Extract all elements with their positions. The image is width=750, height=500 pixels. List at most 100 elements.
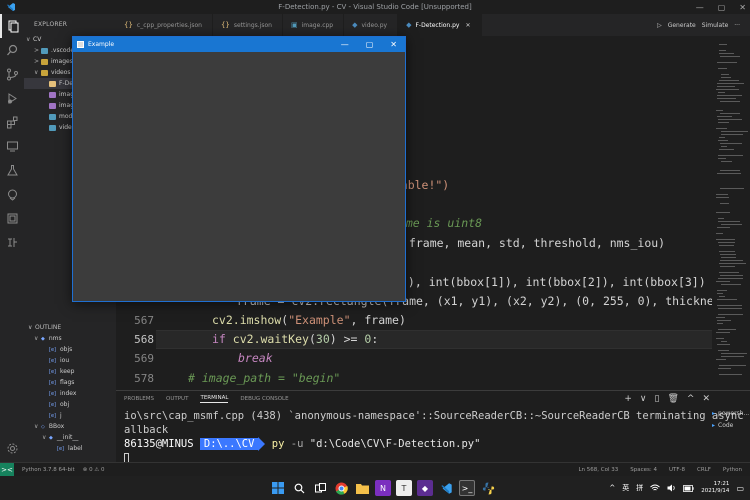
example-window[interactable]: Example — ▢ ✕ xyxy=(72,36,406,302)
outline-item[interactable]: ∨ ◆ __init__ xyxy=(24,432,116,443)
minimap-line xyxy=(719,149,734,150)
status-item[interactable]: Ln 568, Col 33 xyxy=(578,467,618,473)
battery-icon[interactable] xyxy=(683,484,694,492)
kill-terminal-icon[interactable]: 🗑 xyxy=(667,394,678,404)
start-icon[interactable] xyxy=(270,480,286,496)
testing-icon[interactable] xyxy=(0,158,24,182)
tab-output[interactable]: OUTPUT xyxy=(166,396,188,402)
outline-item[interactable]: [e] keep xyxy=(24,366,116,377)
gear-icon[interactable] xyxy=(0,436,24,460)
file-explorer-icon[interactable] xyxy=(354,480,370,496)
outline-header[interactable]: ∨ OUTLINE xyxy=(24,322,116,333)
run-debug-icon[interactable] xyxy=(0,86,24,110)
outline-item[interactable]: ∨ ◆ nms xyxy=(24,333,116,344)
extensions-icon[interactable] xyxy=(0,110,24,134)
generate-button[interactable]: Generate xyxy=(668,22,696,29)
terminal-item-powershell[interactable]: ▸ powersh... xyxy=(710,407,750,419)
minimap-line xyxy=(716,281,730,282)
minimap-line xyxy=(721,77,731,78)
zhi-extension-icon[interactable] xyxy=(0,230,24,254)
minimap-line xyxy=(717,173,741,174)
search-icon[interactable] xyxy=(0,38,24,62)
outline-item[interactable]: [e] j xyxy=(24,410,116,421)
task-view-icon[interactable] xyxy=(312,480,328,496)
status-bar: >< Python 3.7.8 64-bit ⊗ 0 ⚠ 0 Ln 568, C… xyxy=(0,462,750,477)
example-window-titlebar[interactable]: Example — ▢ ✕ xyxy=(73,37,405,52)
tab-close-icon[interactable]: ✕ xyxy=(465,22,470,29)
outline-item[interactable]: [e] objs xyxy=(24,344,116,355)
editor-tab[interactable]: {} settings.json xyxy=(213,14,283,36)
command-name: py xyxy=(271,438,285,450)
outline-item[interactable]: [e] flags xyxy=(24,377,116,388)
minimap-line xyxy=(716,212,730,213)
minimap-line xyxy=(719,296,725,297)
editor-tab[interactable]: ◆ video.py xyxy=(344,14,399,36)
explorer-icon[interactable] xyxy=(0,14,24,38)
docker-icon[interactable] xyxy=(0,182,24,206)
minimap-line xyxy=(720,254,736,255)
status-item[interactable]: UTF-8 xyxy=(669,467,685,473)
example-close-button[interactable]: ✕ xyxy=(390,40,397,49)
tab-problems[interactable]: PROBLEMS xyxy=(124,396,154,402)
close-panel-icon[interactable]: ✕ xyxy=(702,394,710,404)
tray-overflow-icon[interactable]: ^ xyxy=(609,484,615,492)
more-actions-icon[interactable]: ··· xyxy=(734,22,740,29)
command-flag: -u xyxy=(290,438,304,450)
python-interpreter[interactable]: Python 3.7.8 64-bit xyxy=(22,467,75,473)
status-item[interactable]: Spaces: 4 xyxy=(630,467,657,473)
example-window-canvas[interactable] xyxy=(73,52,405,301)
simulate-button[interactable]: Simulate xyxy=(702,22,729,29)
onenote-icon[interactable]: N xyxy=(375,480,391,496)
minimap[interactable] xyxy=(712,36,750,390)
source-control-icon[interactable] xyxy=(0,62,24,86)
minimap-line xyxy=(719,44,727,45)
notification-icon[interactable]: ▭ xyxy=(736,484,744,493)
terminal-item-code[interactable]: ▸ Code xyxy=(710,419,750,431)
clock[interactable]: 17:21 2021/9/14 xyxy=(701,481,729,495)
symbol-icon: [e] xyxy=(49,412,56,419)
remote-explorer-icon[interactable] xyxy=(0,134,24,158)
file-type-icon: {} xyxy=(124,21,133,29)
maximize-panel-icon[interactable]: ^ xyxy=(687,394,695,404)
problems-count[interactable]: ⊗ 0 ⚠ 0 xyxy=(83,467,105,473)
notepad-icon[interactable]: T xyxy=(396,480,412,496)
terminal-dropdown-icon[interactable]: ∨ xyxy=(640,394,647,404)
tab-debug-console[interactable]: DEBUG CONSOLE xyxy=(240,396,288,402)
ime-language-indicator[interactable]: 英 xyxy=(622,483,629,493)
run-icon[interactable]: ▷ xyxy=(657,22,662,29)
restore-button[interactable]: ▢ xyxy=(718,3,726,12)
terminal-taskbar-icon[interactable]: >_ xyxy=(459,480,475,496)
minimap-line xyxy=(717,83,744,84)
minimize-button[interactable]: — xyxy=(696,3,704,12)
outline-item[interactable]: [e] obj xyxy=(24,399,116,410)
terminal-output[interactable]: io\src\cap_msmf.cpp (438) `anonymous-nam… xyxy=(124,409,750,465)
example-minimize-button[interactable]: — xyxy=(341,40,349,49)
remote-indicator[interactable]: >< xyxy=(0,462,14,477)
new-terminal-button[interactable]: + xyxy=(624,394,632,404)
chrome-icon[interactable] xyxy=(333,480,349,496)
editor-tab[interactable]: ◆ F-Detection.py ✕ xyxy=(398,14,482,36)
chevron-icon: > xyxy=(34,47,40,54)
jupyter-icon[interactable] xyxy=(0,206,24,230)
minimap-line xyxy=(721,224,742,225)
status-item[interactable]: Python xyxy=(723,467,742,473)
outline-item[interactable]: [e] index xyxy=(24,388,116,399)
wifi-icon[interactable] xyxy=(650,484,661,492)
editor-tab[interactable]: {} c_cpp_properties.json xyxy=(116,14,213,36)
status-item[interactable]: CRLF xyxy=(697,467,711,473)
taskbar-search-icon[interactable] xyxy=(291,480,307,496)
close-button[interactable]: ✕ xyxy=(739,3,746,12)
outline-item[interactable]: [e] label xyxy=(24,443,116,454)
outline-item[interactable]: ∨ ◇ BBox xyxy=(24,421,116,432)
volume-icon[interactable] xyxy=(667,484,676,492)
example-maximize-button[interactable]: ▢ xyxy=(366,40,374,49)
file-icon xyxy=(49,80,56,87)
outline-item[interactable]: [e] iou xyxy=(24,355,116,366)
vscode-taskbar-icon[interactable] xyxy=(438,480,454,496)
editor-tab[interactable]: ▣ image.cpp xyxy=(283,14,345,36)
python-taskbar-icon[interactable] xyxy=(480,480,496,496)
tab-terminal[interactable]: TERMINAL xyxy=(200,395,229,403)
split-terminal-icon[interactable]: ▯ xyxy=(655,394,660,404)
visual-studio-icon[interactable]: ◆ xyxy=(417,480,433,496)
ime-mode-indicator[interactable]: 拼 xyxy=(636,483,643,493)
